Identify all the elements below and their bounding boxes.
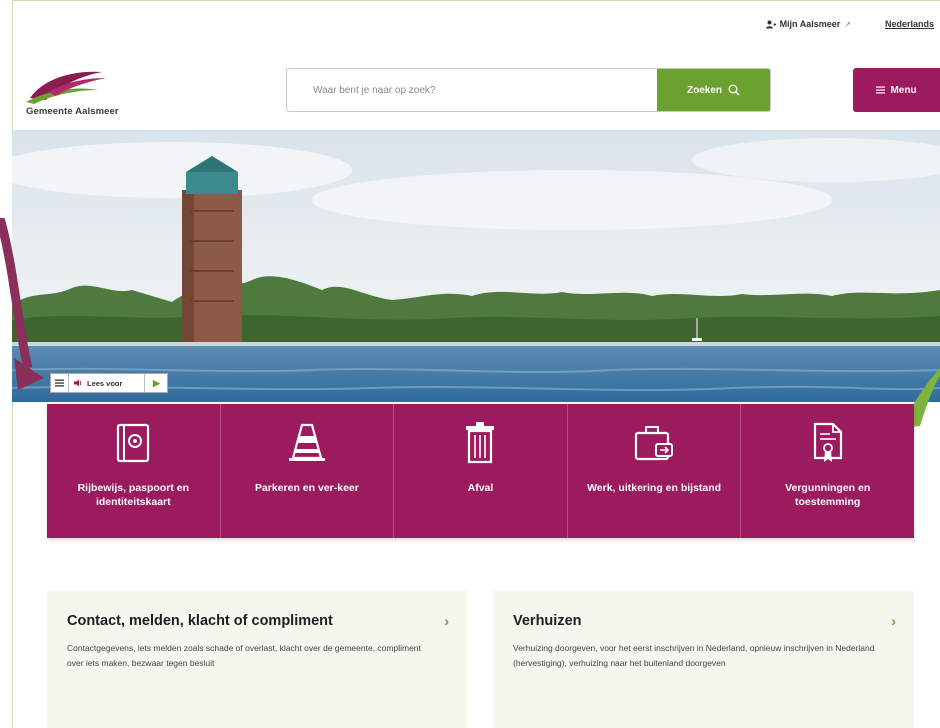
- language-link[interactable]: Nederlands: [885, 19, 934, 29]
- speaker-icon: [74, 379, 82, 387]
- tile-label: Afval: [467, 482, 494, 494]
- tile-label: Werk, uitkering en bijstand: [587, 482, 722, 494]
- traffic-cone-icon: [283, 419, 331, 467]
- my-account-link[interactable]: Mijn Aalsmeer ↗: [765, 19, 851, 29]
- tile-parking-traffic[interactable]: Parkeren en ver-keer: [220, 404, 395, 538]
- card-title: Contact, melden, klacht of compliment: [67, 613, 333, 629]
- search-button-label: Zoeken: [686, 84, 722, 96]
- tile-label: Rijbewijs, paspoort en identiteitskaart: [77, 482, 190, 508]
- readspeaker-listen-button[interactable]: Lees voor: [69, 374, 146, 392]
- search-input[interactable]: [287, 69, 657, 111]
- topic-tiles: Rijbewijs, paspoort en identiteitskaart …: [47, 404, 914, 538]
- chevron-right-icon: ›: [444, 613, 449, 629]
- frame-line: [12, 0, 940, 1]
- list-icon: [55, 379, 64, 387]
- tile-label: Parkeren en ver-keer: [254, 482, 359, 494]
- menu-button[interactable]: Menu: [853, 68, 940, 112]
- card-description: Contactgegevens, iets melden zoals schad…: [67, 643, 421, 668]
- search-button[interactable]: Zoeken: [657, 69, 770, 111]
- readspeaker-label: Lees voor: [87, 378, 123, 388]
- readspeaker-widget: Lees voor ▶: [50, 373, 169, 393]
- tile-identity-documents[interactable]: Rijbewijs, paspoort en identiteitskaart: [47, 404, 221, 538]
- briefcase-icon: [630, 419, 678, 467]
- user-icon: [765, 20, 776, 28]
- my-account-label: Mijn Aalsmeer: [779, 19, 841, 29]
- card-moving[interactable]: Verhuizen › Verhuizing doorgeven, voor h…: [493, 591, 914, 728]
- readspeaker-menu-button[interactable]: [51, 374, 69, 392]
- tile-work-benefits[interactable]: Werk, uitkering en bijstand: [567, 404, 742, 538]
- card-contact[interactable]: Contact, melden, klacht of compliment › …: [47, 591, 467, 728]
- passport-icon: [109, 419, 157, 467]
- search-box: Zoeken: [286, 68, 771, 112]
- language-label: Nederlands: [884, 19, 934, 29]
- logo-swoosh-icon: [26, 71, 106, 104]
- trash-bin-icon: [456, 419, 504, 467]
- utility-bar: Mijn Aalsmeer ↗ Nederlands: [765, 14, 940, 34]
- tile-waste[interactable]: Afval: [394, 404, 568, 538]
- hamburger-icon: [876, 86, 886, 94]
- permit-document-icon: [804, 419, 852, 467]
- annotation-arrow-icon: [0, 218, 44, 390]
- tile-label: Vergunningen en toestemming: [785, 482, 871, 508]
- play-icon[interactable]: ▶: [145, 374, 167, 392]
- logo-text: Gemeente Aalsmeer: [26, 106, 119, 117]
- chevron-right-icon: ›: [891, 613, 896, 629]
- search-icon: [728, 84, 740, 96]
- menu-button-label: Menu: [890, 84, 917, 96]
- tile-permits[interactable]: Vergunningen en toestemming: [741, 404, 914, 538]
- hero-image: [12, 130, 940, 402]
- external-link-icon: ↗: [844, 19, 851, 29]
- card-description: Verhuizing doorgeven, voor het eerst ins…: [513, 643, 875, 668]
- card-title: Verhuizen: [513, 613, 582, 629]
- municipality-logo[interactable]: Gemeente Aalsmeer: [26, 68, 186, 124]
